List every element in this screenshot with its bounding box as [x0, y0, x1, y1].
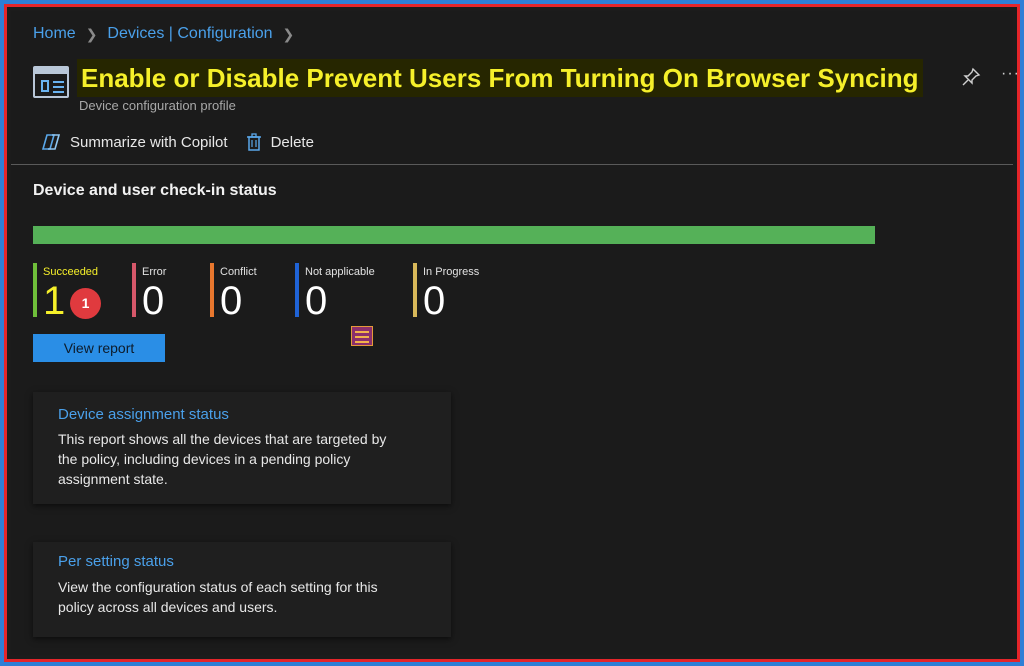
breadcrumb: Home ❯ Devices | Configuration ❯ — [33, 25, 304, 43]
config-profile-icon — [33, 66, 69, 98]
checkin-progress-bar — [33, 226, 875, 244]
more-options-icon[interactable]: ··· — [1001, 65, 1017, 83]
delete-button[interactable]: Delete — [246, 133, 314, 151]
stat-label: Succeeded — [43, 266, 99, 278]
card-title[interactable]: Per setting status — [58, 553, 174, 570]
delete-label: Delete — [270, 133, 314, 151]
pin-icon[interactable] — [961, 67, 983, 89]
stat-value: 0 — [142, 279, 165, 323]
stat-value: 1 — [43, 279, 66, 323]
card-description: View the configuration status of each se… — [58, 579, 378, 615]
stat-label: Error — [142, 266, 167, 278]
stat-value: 0 — [423, 279, 446, 323]
stat-stripe — [295, 263, 299, 317]
summarize-label: Summarize with Copilot — [70, 133, 228, 151]
trash-icon — [246, 133, 261, 151]
breadcrumb-home[interactable]: Home — [33, 25, 76, 43]
chevron-right-icon: ❯ — [85, 25, 98, 42]
stat-stripe — [210, 263, 214, 317]
card-title[interactable]: Device assignment status — [58, 406, 229, 423]
per-setting-status-card[interactable]: Per setting status View the configuratio… — [33, 542, 451, 637]
annotation-badge: 1 — [70, 288, 101, 319]
checkin-progress-fill — [33, 226, 875, 244]
portal-page: Home ❯ Devices | Configuration ❯ Enable … — [11, 11, 1017, 655]
stat-stripe — [33, 263, 37, 317]
checkin-status-title: Device and user check-in status — [33, 182, 277, 199]
stat-stripe — [413, 263, 417, 317]
summarize-with-copilot-button[interactable]: Summarize with Copilot — [41, 133, 228, 151]
command-bar: Summarize with Copilot Delete — [41, 133, 332, 151]
screenshot-frame: Home ❯ Devices | Configuration ❯ Enable … — [4, 4, 1020, 662]
watermark-logo-icon — [351, 326, 373, 346]
chevron-right-icon: ❯ — [282, 25, 295, 42]
toolbar-divider — [11, 164, 1013, 165]
card-description: This report shows all the devices that a… — [58, 431, 387, 487]
page-title: Enable or Disable Prevent Users From Tur… — [77, 59, 923, 97]
stat-label: In Progress — [423, 266, 480, 278]
device-assignment-status-card[interactable]: Device assignment status This report sho… — [33, 392, 451, 504]
stat-label: Not applicable — [305, 266, 375, 278]
stat-value: 0 — [220, 279, 243, 323]
stat-stripe — [132, 263, 136, 317]
stat-label: Conflict — [220, 266, 257, 278]
breadcrumb-devices-configuration[interactable]: Devices | Configuration — [107, 25, 272, 43]
copilot-icon — [41, 134, 61, 150]
page-subtitle: Device configuration profile — [79, 98, 236, 113]
stat-value: 0 — [305, 279, 328, 323]
view-report-button[interactable]: View report — [33, 334, 165, 362]
